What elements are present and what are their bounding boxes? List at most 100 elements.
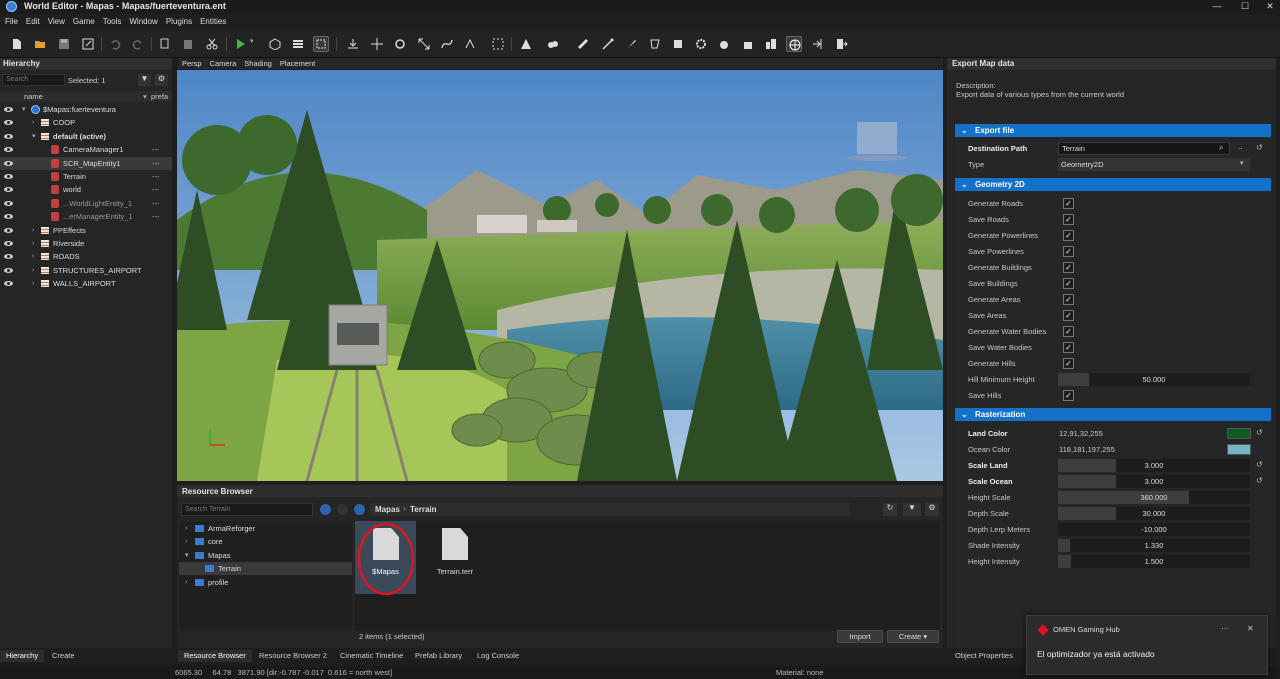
menu-entities[interactable]: Entities <box>196 14 230 30</box>
eye-icon[interactable] <box>4 200 13 206</box>
chevron-right-icon[interactable]: › <box>32 264 34 277</box>
minimize-button[interactable]: — <box>1209 0 1225 12</box>
terrain-tool-button[interactable] <box>518 36 534 52</box>
raster-field-slider[interactable]: 30.000 <box>1058 507 1250 520</box>
hierarchy-row[interactable]: world --- <box>0 183 172 196</box>
raster-field-slider[interactable]: 1.500 <box>1058 555 1250 568</box>
navmesh-tool-button[interactable] <box>716 36 732 52</box>
menu-window[interactable]: Window <box>125 14 161 30</box>
create-button[interactable]: Create ▾ <box>887 630 939 643</box>
hierarchy-search-input[interactable]: Search <box>2 74 65 86</box>
menu-plugins[interactable]: Plugins <box>162 14 196 30</box>
hierarchy-row[interactable]: SCR_MapEntity1 --- <box>0 156 172 170</box>
maximize-button[interactable]: ☐ <box>1237 0 1253 12</box>
folder-tree-item[interactable]: ▾ Mapas <box>179 549 352 562</box>
destination-path-input[interactable]: Terrain ⌕ <box>1058 142 1230 155</box>
folder-tree-item[interactable]: › profile <box>179 576 352 589</box>
hierarchy-row[interactable]: › COOP <box>0 116 172 129</box>
ocean-color-swatch[interactable] <box>1227 444 1251 455</box>
weather-tool-button[interactable] <box>545 36 561 52</box>
chevron-right-icon[interactable]: › <box>32 224 34 237</box>
rotate-tool-button[interactable] <box>392 36 408 52</box>
resource-search-input[interactable]: Search Terrain <box>181 503 313 516</box>
geometry-option-checkbox[interactable]: ✓ <box>1063 358 1074 369</box>
undo-button[interactable] <box>107 36 123 52</box>
redo-button[interactable] <box>130 36 146 52</box>
move-tool-button[interactable] <box>369 36 385 52</box>
chevron-right-icon[interactable]: › <box>185 522 187 535</box>
select-tool-button[interactable] <box>313 36 329 52</box>
eye-icon[interactable] <box>4 147 13 153</box>
eye-icon[interactable] <box>4 160 13 166</box>
tab-resource-browser-2[interactable]: Resource Browser 2 <box>253 650 333 662</box>
buildings-tool-button[interactable] <box>763 36 779 52</box>
breadcrumb-mapas[interactable]: Mapas <box>375 505 400 514</box>
refresh-button[interactable]: ↻ <box>883 503 897 516</box>
notification-toast[interactable]: OMEN Gaming Hub ··· ✕ El optimizador ya … <box>1026 615 1268 675</box>
history-forward-button[interactable] <box>354 504 365 515</box>
hierarchy-row[interactable]: › ROADS <box>0 250 172 263</box>
file-tile-terrain-terr[interactable]: Terrain.terr <box>425 521 485 594</box>
layers-tool-button[interactable] <box>290 36 306 52</box>
chevron-right-icon[interactable]: › <box>185 535 187 548</box>
folder-tree-item[interactable]: Terrain <box>179 562 352 576</box>
tab-cinematic-timeline[interactable]: Cinematic Timeline <box>334 650 409 662</box>
type-select[interactable]: Geometry2D ▾ <box>1058 158 1250 171</box>
chevron-right-icon[interactable]: › <box>32 277 34 290</box>
menu-view[interactable]: View <box>44 14 69 30</box>
geometry-option-checkbox[interactable]: ✓ <box>1063 294 1074 305</box>
tab-prefab-library[interactable]: Prefab Library <box>409 650 468 662</box>
raster-field-slider[interactable]: 360.000 <box>1058 491 1250 504</box>
open-button[interactable] <box>32 36 48 52</box>
hierarchy-settings-button[interactable]: ⚙ <box>155 74 168 86</box>
geometry-option-checkbox[interactable]: ✓ <box>1063 342 1074 353</box>
raster-field-slider[interactable]: 3.000 <box>1058 459 1250 472</box>
raster-field-slider[interactable]: 3.000 <box>1058 475 1250 488</box>
eye-icon[interactable] <box>4 107 13 112</box>
eye-icon[interactable] <box>4 227 13 233</box>
play-button[interactable] <box>232 36 248 52</box>
tab-shading[interactable]: Shading <box>240 58 276 69</box>
polygon-tool-button[interactable] <box>647 36 663 52</box>
raster-field-slider[interactable]: 1.330 <box>1058 539 1250 552</box>
close-window-button[interactable]: ✕ <box>1262 0 1278 12</box>
folder-tree-item[interactable]: › core <box>179 535 352 548</box>
settings-tool-button[interactable] <box>693 36 709 52</box>
cube-tool-button[interactable] <box>267 36 283 52</box>
reset-icon[interactable]: ↺ <box>1256 428 1263 437</box>
eye-icon[interactable] <box>4 133 13 139</box>
history-back-button[interactable] <box>337 504 348 515</box>
tab-camera[interactable]: Camera <box>206 58 241 69</box>
chevron-right-icon[interactable]: › <box>185 576 187 589</box>
geometry-option-checkbox[interactable]: ✓ <box>1063 198 1074 209</box>
filter-button[interactable]: ▼ <box>138 74 151 86</box>
prefab-tool-button[interactable] <box>670 36 686 52</box>
land-color-swatch[interactable] <box>1227 428 1251 439</box>
chevron-down-icon[interactable]: ▾ <box>185 549 189 562</box>
scene-viewport[interactable] <box>177 70 943 481</box>
geometry-option-checkbox[interactable]: ✓ <box>1063 278 1074 289</box>
toast-close-button[interactable]: ✕ <box>1247 624 1254 633</box>
geometry-option-checkbox[interactable]: ✓ <box>1063 230 1074 241</box>
eye-icon[interactable] <box>4 120 13 126</box>
reset-icon[interactable]: ↺ <box>1256 143 1263 152</box>
hierarchy-row[interactable]: ...WorldLightEntity_1 --- <box>0 197 172 210</box>
paste-button[interactable] <box>180 36 196 52</box>
hierarchy-row[interactable]: › Riverside <box>0 237 172 250</box>
chevron-right-icon[interactable]: › <box>32 250 34 263</box>
spline-tool-button[interactable] <box>439 36 455 52</box>
new-file-button[interactable] <box>9 36 25 52</box>
browse-button[interactable]: .. <box>1238 142 1242 151</box>
geometry-option-checkbox[interactable]: ✓ <box>1063 326 1074 337</box>
play-options-button[interactable]: ▾ <box>250 36 258 52</box>
save-button[interactable] <box>56 36 72 52</box>
paint-tool-button[interactable] <box>624 36 640 52</box>
copy-button[interactable] <box>157 36 173 52</box>
cut-button[interactable] <box>204 36 220 52</box>
filter-circle-button[interactable] <box>320 504 331 515</box>
tab-hierarchy[interactable]: Hierarchy <box>0 650 45 662</box>
breadcrumb-terrain[interactable]: Terrain <box>410 505 437 514</box>
section-geometry-2d[interactable]: ⌄ Geometry 2D <box>955 178 1271 191</box>
eye-icon[interactable] <box>4 214 13 220</box>
tab-create[interactable]: Create <box>46 650 81 662</box>
